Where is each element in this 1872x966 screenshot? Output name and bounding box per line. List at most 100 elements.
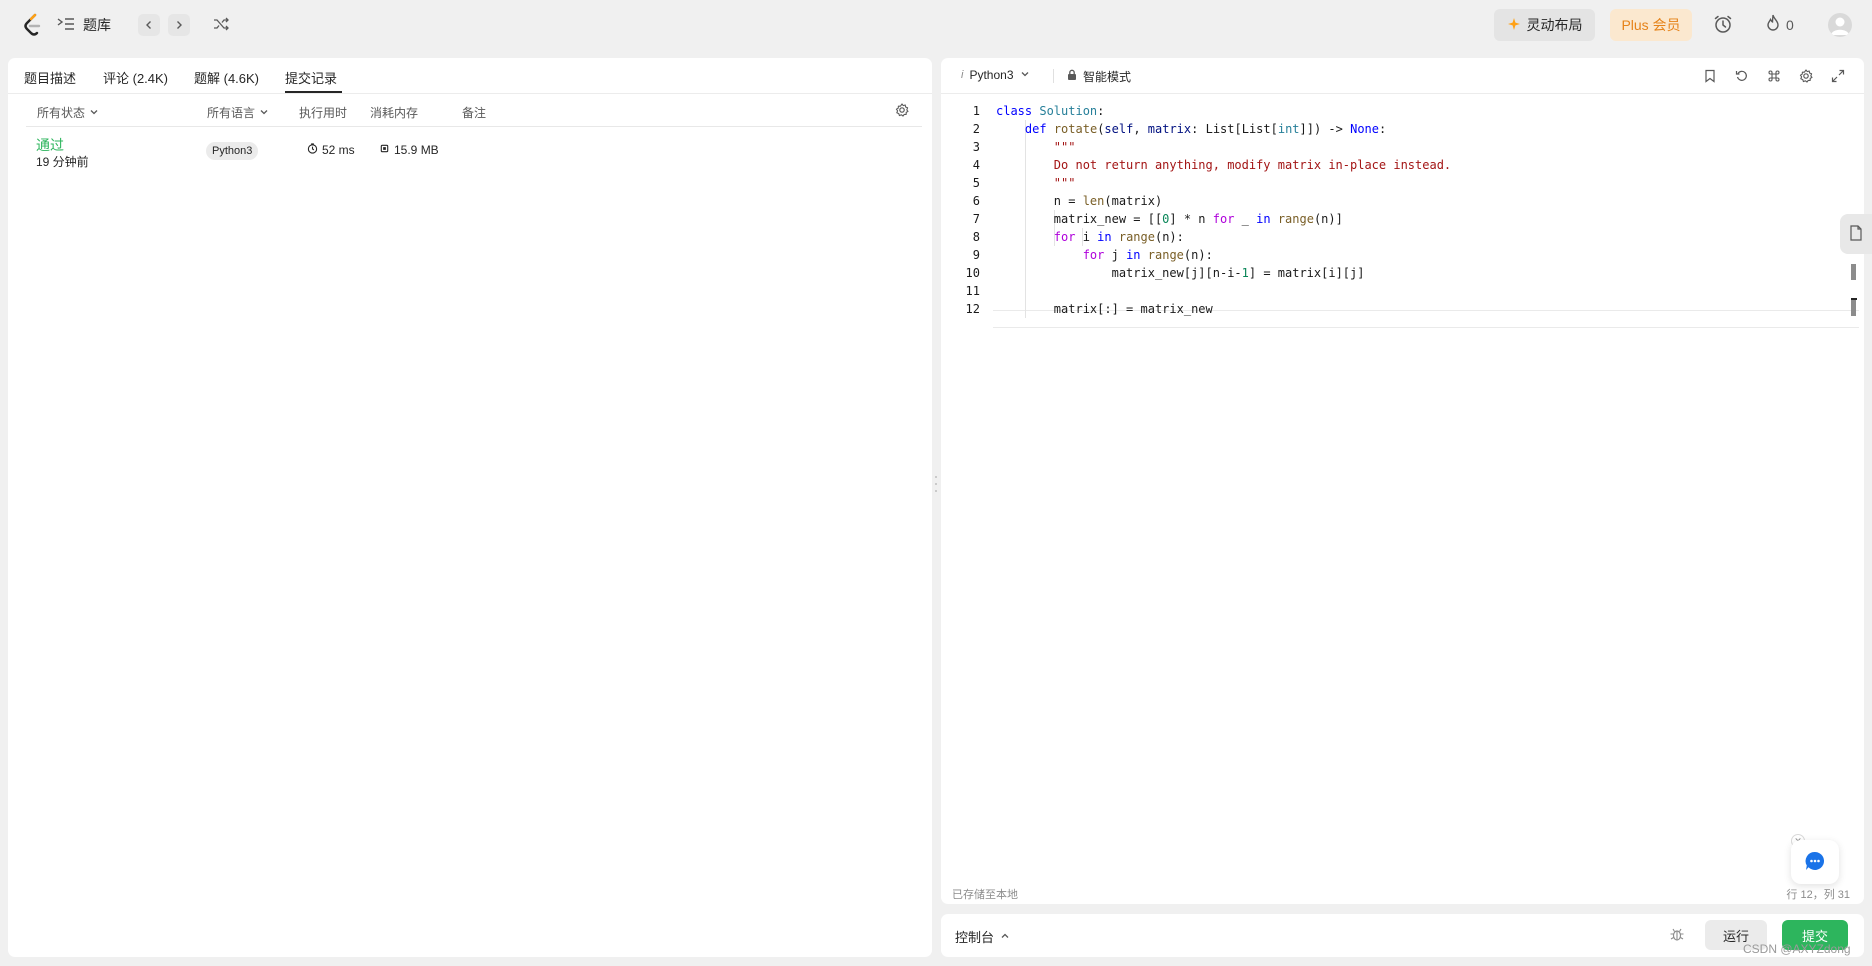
alarm-clock-icon (1713, 14, 1733, 37)
tab-description[interactable]: 题目描述 (24, 68, 76, 87)
flame-icon (1766, 14, 1780, 35)
smart-mode-toggle[interactable]: 智能模式 (1067, 68, 1131, 85)
saved-status: 已存储至本地 (952, 889, 1018, 901)
tab-comments[interactable]: 评论 (2.4K) (103, 68, 168, 87)
line-number: 4 (972, 158, 980, 172)
code-text: """ (1053, 176, 1076, 190)
language-select-value: Python3 (969, 68, 1014, 82)
toolbar-divider (1053, 69, 1054, 83)
active-tab-indicator (285, 91, 342, 93)
code-editor[interactable]: 1 class Solution: 2 def rotate(self, mat… (941, 102, 1864, 842)
description-panel: 题目描述 评论 (2.4K) 题解 (4.6K) 提交记录 所有状态 所有语言 … (8, 58, 932, 957)
problem-list-link[interactable]: 题库 (57, 15, 111, 35)
table-row[interactable]: 通过 19 分钟前 Python3 52 ms 15.9 MB (26, 128, 922, 174)
code-line: 1 class Solution: (941, 102, 1864, 120)
chip-icon (379, 143, 390, 157)
console-label: 控制台 (955, 930, 995, 945)
problem-list-label: 题库 (83, 17, 111, 33)
code-text: class Solution: (996, 104, 1105, 118)
code-line: 3 """ (941, 138, 1864, 156)
line-number: 2 (972, 122, 980, 136)
code-line: 10 matrix_new[j][n-i-1] = matrix[i][j] (941, 264, 1864, 282)
line-number: 1 (972, 104, 980, 118)
code-text: matrix[:] = matrix_new (996, 302, 1213, 316)
panel-resize-handle[interactable] (934, 476, 938, 492)
code-text: n = len(matrix) (996, 194, 1163, 208)
timer-button[interactable] (1712, 14, 1734, 36)
avatar[interactable] (1828, 13, 1852, 37)
streak-counter[interactable]: 0 (1766, 14, 1794, 35)
code-line: 11 (941, 282, 1864, 300)
editor-toolbar: i Python3 智能模式 (941, 58, 1864, 94)
code-text: matrix_new[j][n-i-1] = matrix[i][j] (996, 266, 1365, 280)
ai-assistant-button[interactable] (1791, 840, 1839, 884)
random-problem-button[interactable] (211, 16, 231, 34)
submission-runtime-value: 52 ms (322, 143, 355, 157)
fullscreen-icon[interactable] (1828, 66, 1848, 86)
line-number: 10 (965, 266, 980, 280)
top-bar: 题库 灵动布局 Plus 会员 0 (0, 0, 1872, 50)
line-number: 5 (972, 176, 980, 190)
code-line: 2 def rotate(self, matrix: List[List[int… (941, 120, 1864, 138)
code-line: 7 matrix_new = [[0] * n for _ in range(n… (941, 210, 1864, 228)
dynamic-layout-label: 灵动布局 (1526, 17, 1583, 33)
status-filter-label: 所有状态 (37, 106, 86, 120)
chevron-left-icon (144, 18, 154, 33)
console-bar: 控制台 运行 提交 (941, 914, 1864, 957)
chevron-up-icon (1000, 929, 1010, 944)
bookmark-icon[interactable] (1700, 66, 1720, 86)
console-toggle[interactable]: 控制台 (955, 927, 1010, 946)
submission-time: 19 分钟前 (36, 155, 89, 169)
settings-gear-icon[interactable] (1796, 66, 1816, 86)
prev-problem-button[interactable] (138, 14, 160, 36)
code-text: Do not return anything, modify matrix in… (1053, 158, 1452, 172)
line-number: 12 (965, 302, 980, 316)
code-text: """ (1053, 140, 1076, 154)
code-text: matrix_new = [[0] * n for _ in range(n)] (996, 212, 1343, 226)
code-text: for i in range(n): (1053, 230, 1184, 244)
reset-icon[interactable] (1732, 66, 1752, 86)
tab-submissions[interactable]: 提交记录 (285, 68, 337, 87)
code-editor-panel: i Python3 智能模式 1 class Solution: 2 def r… (941, 58, 1864, 904)
tab-solutions[interactable]: 题解 (4.6K) (194, 68, 259, 87)
submission-runtime: 52 ms (307, 143, 355, 157)
line-number: 6 (972, 194, 980, 208)
submission-language-badge: Python3 (206, 142, 259, 160)
language-select[interactable]: i Python3 (961, 68, 1030, 82)
lock-icon (1067, 69, 1077, 84)
line-number: 8 (972, 230, 980, 244)
code-line: 9 for j in range(n): (941, 246, 1864, 264)
chevron-down-icon (89, 106, 99, 120)
runtime-column-header: 执行用时 (299, 106, 348, 120)
settings-gear-icon[interactable] (895, 103, 909, 117)
smart-mode-label: 智能模式 (1083, 70, 1132, 84)
code-line: 4 Do not return anything, modify matrix … (941, 156, 1864, 174)
chat-bubble-icon (1804, 850, 1826, 875)
notes-side-tab[interactable] (1840, 214, 1872, 254)
status-filter[interactable]: 所有状态 (37, 104, 99, 121)
language-filter[interactable]: 所有语言 (207, 104, 269, 121)
watermark: CSDN @AXYZdong (1743, 942, 1851, 956)
code-line: 12 matrix[:] = matrix_new (941, 300, 1864, 318)
next-problem-button[interactable] (168, 14, 190, 36)
plus-member-button[interactable]: Plus 会员 (1610, 9, 1692, 41)
streak-count: 0 (1786, 16, 1794, 33)
submission-filter-bar: 所有状态 所有语言 执行用时 消耗内存 备注 (26, 95, 922, 127)
chevron-down-icon (259, 106, 269, 120)
sparkle-icon (1507, 17, 1521, 34)
description-tabs: 题目描述 评论 (2.4K) 题解 (4.6K) 提交记录 (8, 58, 932, 94)
leetcode-logo[interactable] (22, 13, 44, 37)
submission-status[interactable]: 通过 (36, 135, 64, 155)
code-text: for j in range(n): (1082, 248, 1213, 262)
stopwatch-icon (307, 143, 318, 157)
command-icon[interactable] (1764, 66, 1784, 86)
submission-memory-value: 15.9 MB (394, 143, 439, 157)
cursor-position: 行 12，列 31 (1786, 889, 1850, 901)
dynamic-layout-button[interactable]: 灵动布局 (1494, 9, 1595, 41)
chevron-right-icon (174, 18, 184, 33)
notes-column-header: 备注 (462, 106, 487, 120)
chevron-down-icon (1020, 68, 1030, 82)
memory-column-header: 消耗内存 (370, 106, 419, 120)
code-line: 5 """ (941, 174, 1864, 192)
debug-bug-icon[interactable] (1669, 926, 1685, 945)
